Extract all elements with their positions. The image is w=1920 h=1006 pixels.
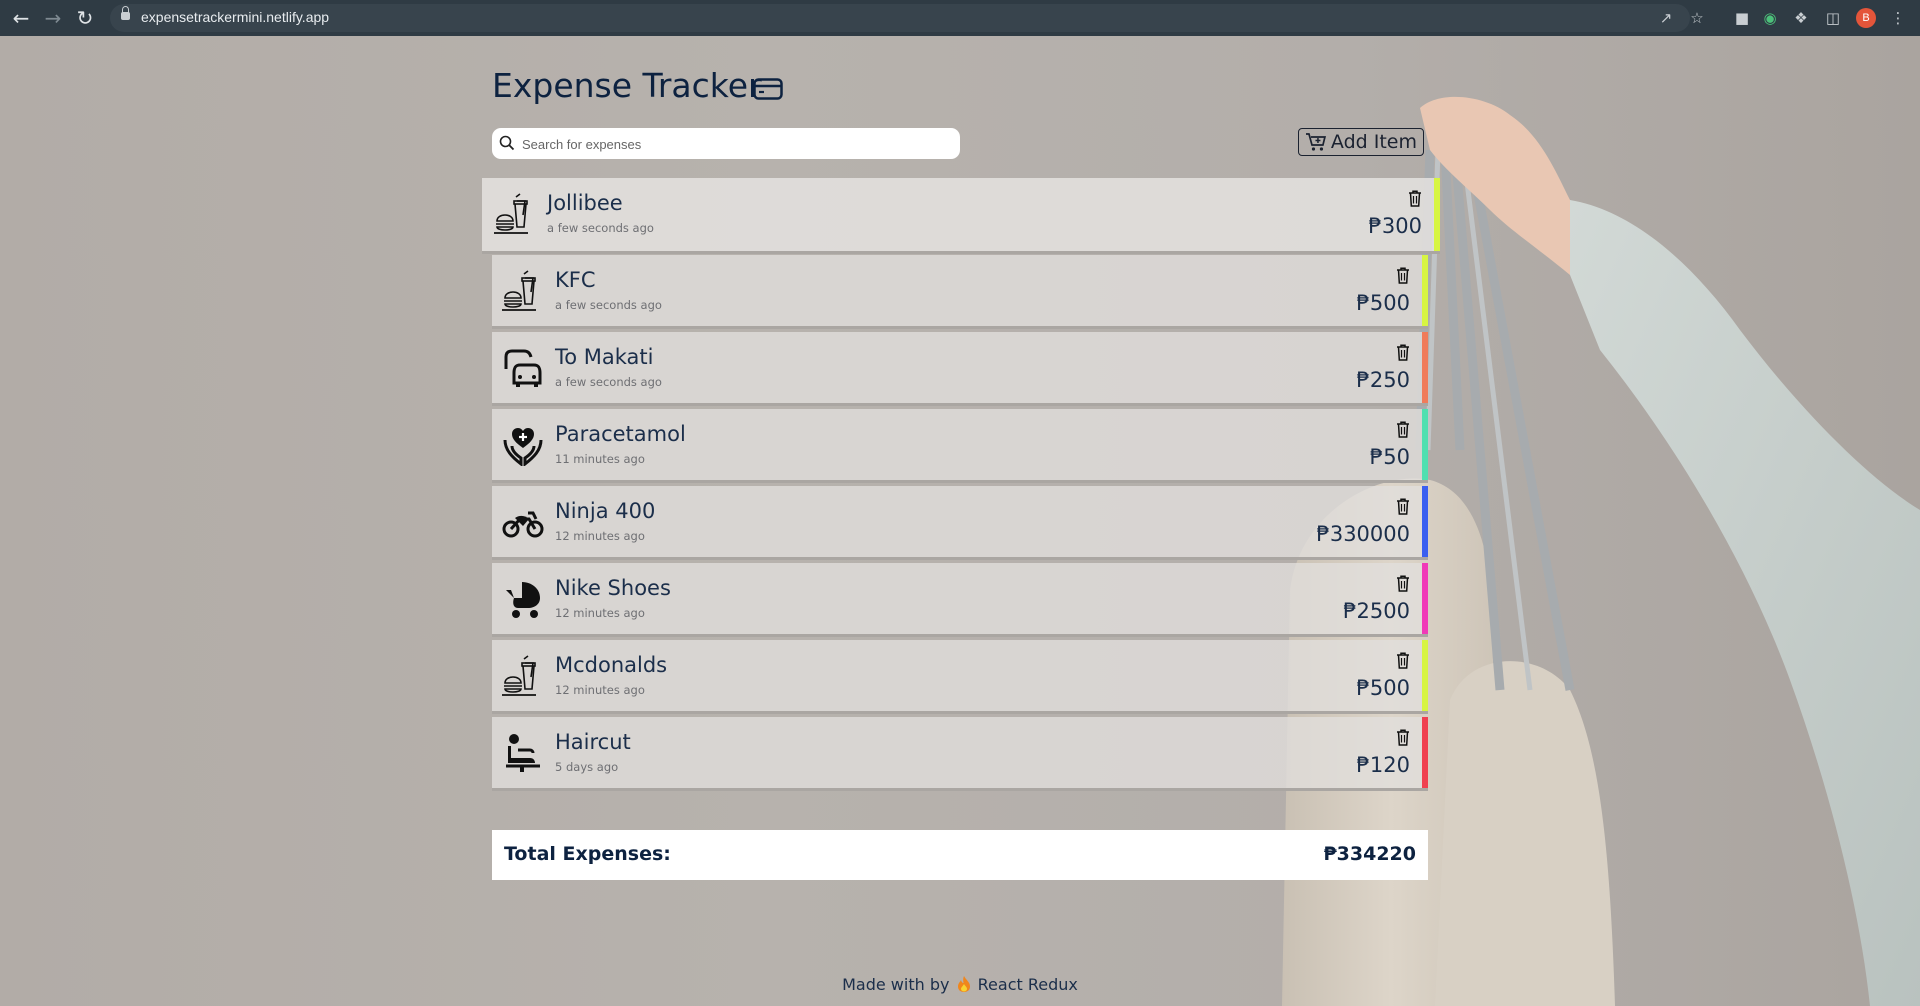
expense-name: Paracetamol (555, 422, 686, 446)
trash-icon (1397, 652, 1409, 669)
extension-record-icon[interactable]: ◉ (1756, 0, 1784, 36)
search-input[interactable] (520, 132, 949, 157)
forward-icon[interactable]: → (38, 0, 68, 36)
expense-time: 5 days ago (555, 760, 619, 774)
expense-amount: ₱120 (1356, 753, 1410, 777)
expense-amount: ₱500 (1356, 291, 1410, 315)
fire-icon (957, 976, 970, 992)
search-icon (499, 135, 515, 151)
credit-card-icon (753, 78, 783, 100)
expense-time: 12 minutes ago (555, 529, 645, 543)
expense-name: Ninja 400 (555, 499, 656, 523)
expense-item[interactable]: Paracetamol 11 minutes ago ₱50 (492, 409, 1428, 483)
stroller-icon (502, 578, 544, 620)
reload-icon[interactable]: ↻ (70, 0, 100, 36)
expense-time: a few seconds ago (547, 221, 654, 235)
browser-toolbar: ← → ↻ expensetrackermini.netlify.app ↗ ☆… (0, 0, 1920, 36)
trash-icon (1397, 267, 1409, 284)
side-panel-icon[interactable]: ◫ (1819, 0, 1847, 36)
category-color-bar (1422, 409, 1428, 480)
extensions-puzzle-icon[interactable]: ❖ (1787, 0, 1815, 36)
lock-icon (121, 6, 130, 20)
category-color-bar (1422, 717, 1428, 788)
expense-item[interactable]: KFC a few seconds ago ₱500 (492, 255, 1428, 329)
delete-button[interactable] (1396, 498, 1410, 515)
expense-amount: ₱250 (1356, 368, 1410, 392)
expense-name: Jollibee (547, 191, 623, 215)
category-color-bar (1422, 563, 1428, 634)
expense-item[interactable]: Jollibee a few seconds ago ₱300 (482, 178, 1440, 254)
delete-button[interactable] (1396, 575, 1410, 592)
footer-suffix: React Redux (977, 975, 1078, 994)
fast-food-icon (502, 270, 544, 312)
expense-amount: ₱500 (1356, 676, 1410, 700)
category-color-bar (1422, 486, 1428, 557)
expense-item[interactable]: Mcdonalds 12 minutes ago ₱500 (492, 640, 1428, 714)
expense-item[interactable]: Haircut 5 days ago ₱120 (492, 717, 1428, 791)
motorcycle-icon (502, 501, 544, 543)
delete-button[interactable] (1396, 729, 1410, 746)
total-label: Total Expenses: (504, 843, 671, 865)
category-color-bar (1422, 255, 1428, 326)
fast-food-icon (502, 655, 544, 697)
delete-button[interactable] (1396, 421, 1410, 438)
delete-button[interactable] (1396, 652, 1410, 669)
expense-name: KFC (555, 268, 596, 292)
trash-icon (1397, 421, 1409, 438)
footer-prefix: Made with by (842, 975, 950, 994)
expense-time: 11 minutes ago (555, 452, 645, 466)
barber-chair-icon (502, 732, 544, 774)
profile-avatar[interactable]: B (1856, 8, 1876, 28)
expense-item[interactable]: Nike Shoes 12 minutes ago ₱2500 (492, 563, 1428, 637)
expense-time: 12 minutes ago (555, 683, 645, 697)
delete-button[interactable] (1396, 267, 1410, 284)
menu-dots-icon[interactable]: ⋮ (1884, 0, 1912, 36)
expense-time: 12 minutes ago (555, 606, 645, 620)
back-icon[interactable]: ← (6, 0, 36, 36)
trash-icon (1397, 344, 1409, 361)
search-bar (492, 128, 960, 159)
expense-amount: ₱50 (1369, 445, 1410, 469)
url-text[interactable]: expensetrackermini.netlify.app (141, 9, 329, 25)
cart-add-icon (1305, 133, 1327, 151)
expense-amount: ₱2500 (1343, 599, 1410, 623)
total-value: ₱334220 (1323, 843, 1416, 865)
bookmark-star-icon[interactable]: ☆ (1683, 0, 1711, 36)
page-title: Expense Tracker (492, 66, 762, 105)
expense-name: To Makati (555, 345, 654, 369)
health-care-icon (502, 424, 544, 468)
trash-icon (1397, 729, 1409, 746)
expense-time: a few seconds ago (555, 375, 662, 389)
expense-amount: ₱330000 (1316, 522, 1410, 546)
share-icon[interactable]: ↗ (1652, 0, 1680, 36)
fast-food-icon (494, 193, 536, 235)
extension-icon[interactable]: ■ (1728, 0, 1756, 36)
category-color-bar (1422, 332, 1428, 403)
car-icon (502, 347, 544, 389)
add-item-label: Add Item (1330, 131, 1417, 153)
category-color-bar (1422, 640, 1428, 711)
expense-name: Haircut (555, 730, 631, 754)
delete-button[interactable] (1396, 344, 1410, 361)
address-bar[interactable] (110, 4, 1690, 32)
total-expenses: Total Expenses: ₱334220 (492, 830, 1428, 880)
category-color-bar (1434, 178, 1440, 251)
expense-item[interactable]: To Makati a few seconds ago ₱250 (492, 332, 1428, 406)
expense-name: Nike Shoes (555, 576, 671, 600)
expense-name: Mcdonalds (555, 653, 668, 677)
footer: Made with by React Redux (0, 975, 1920, 994)
trash-icon (1397, 498, 1409, 515)
delete-button[interactable] (1408, 190, 1422, 207)
add-item-button[interactable]: Add Item (1298, 128, 1424, 156)
expense-item[interactable]: Ninja 400 12 minutes ago ₱330000 (492, 486, 1428, 560)
expense-time: a few seconds ago (555, 298, 662, 312)
expense-amount: ₱300 (1368, 214, 1422, 238)
trash-icon (1397, 575, 1409, 592)
trash-icon (1409, 190, 1421, 207)
